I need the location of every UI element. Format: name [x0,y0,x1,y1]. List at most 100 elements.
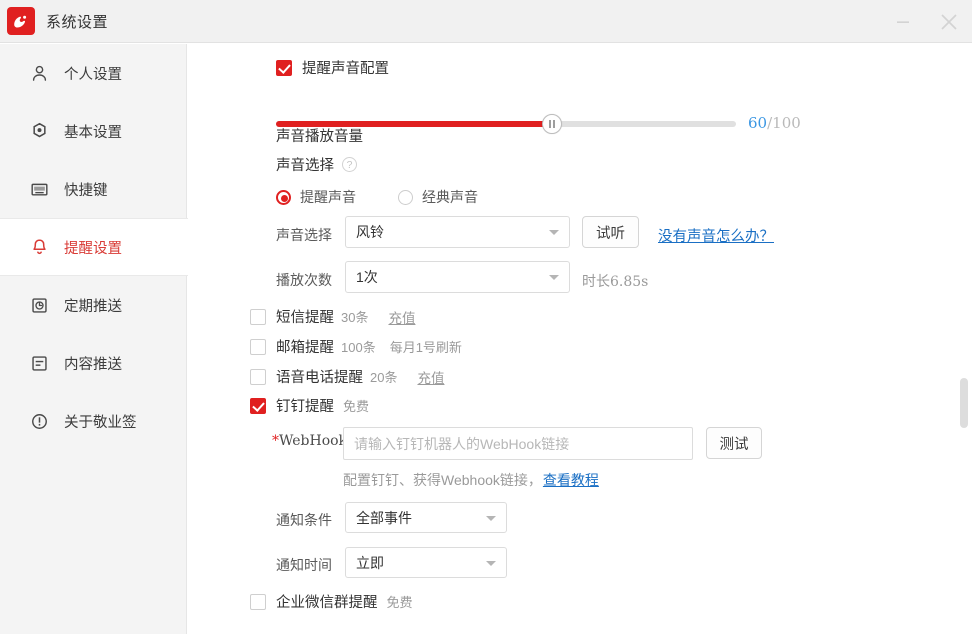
volume-slider-fill [276,121,552,127]
radio-reminder-sound[interactable] [276,189,291,205]
dingtalk-reminder-quota: 免费 [343,399,370,414]
sms-reminder-quota: 30条 [341,310,369,325]
sound-select-label: 声音选择 [276,227,332,243]
wecom-group-label: 企业微信群提醒 [276,595,378,611]
content-document-icon [28,352,50,374]
sound-config-row: 提醒声音配置 [276,57,389,78]
voice-call-recharge-link[interactable]: 充值 [417,367,444,387]
webhook-hint-row: 配置钉钉、获得Webhook链接， 查看教程 [343,470,599,490]
webhook-label: WebHook [279,433,348,449]
volume-slider-track[interactable] [276,121,736,127]
sound-config-label: 提醒声音配置 [302,61,389,77]
gear-icon [28,120,50,142]
notify-time-dropdown[interactable]: 立即 [345,547,507,578]
window-controls [880,0,972,43]
window-title: 系统设置 [46,13,109,31]
settings-window: 系统设置 个人设置 基本设置 快捷键 提醒设置 定期推送 内容推送 关于敬业签 … [0,0,972,634]
reminder-option-voice-call: 语音电话提醒 20条 充值 [250,366,444,387]
sidebar-item-label: 个人设置 [64,66,122,83]
email-reminder-label: 邮箱提醒 [276,340,334,356]
app-logo-icon [7,7,35,35]
sidebar-item-label: 关于敬业签 [64,414,137,431]
sms-recharge-link[interactable]: 充值 [388,307,415,327]
dingtalk-reminder-label: 钉钉提醒 [276,399,334,415]
email-reminder-checkbox[interactable] [250,338,266,355]
minimize-button[interactable] [880,0,926,43]
bell-icon [28,236,50,258]
sidebar-item-personal-settings[interactable]: 个人设置 [0,44,186,102]
keyboard-icon [28,178,50,200]
webhook-hint-text: 配置钉钉、获得Webhook链接， [343,472,542,488]
notify-time-value: 立即 [356,554,384,571]
webhook-input[interactable]: 请输入钉钉机器人的WebHook链接 [343,427,693,460]
clock-document-icon [28,294,50,316]
close-icon [941,13,957,30]
volume-slider-thumb[interactable] [542,114,562,134]
notify-condition-dropdown[interactable]: 全部事件 [345,502,507,533]
sidebar-item-scheduled-push[interactable]: 定期推送 [0,276,186,334]
webhook-tutorial-link[interactable]: 查看教程 [543,470,599,490]
minimize-icon [897,20,909,23]
volume-value: 60 [748,114,768,132]
sound-select-dropdown[interactable]: 风铃 [345,216,570,248]
title-bar: 系统设置 [0,0,972,43]
email-reminder-quota: 100条 [341,340,376,355]
play-count-dropdown[interactable]: 1次 [345,261,570,293]
webhook-placeholder: 请输入钉钉机器人的WebHook链接 [354,435,570,452]
email-reminder-note: 每月1号刷新 [389,340,462,355]
sms-reminder-label: 短信提醒 [276,310,334,326]
chevron-down-icon [486,515,496,521]
wecom-group-checkbox[interactable] [250,593,266,610]
sound-config-checkbox[interactable] [276,59,292,76]
sidebar-item-label: 内容推送 [64,356,122,373]
sidebar-item-basic-settings[interactable]: 基本设置 [0,102,186,160]
no-sound-help-link[interactable]: 没有声音怎么办？ [658,225,774,246]
radio-classic-sound-label: 经典声音 [422,189,478,205]
user-icon [28,62,50,84]
webhook-required-mark: * [272,433,279,449]
sound-select-value: 风铃 [356,224,384,240]
chevron-down-icon [549,275,559,280]
sound-choice-title-row: 声音选择 ? [276,154,357,175]
radio-reminder-sound-label: 提醒声音 [300,189,356,205]
sidebar-item-shortcuts[interactable]: 快捷键 [0,160,186,218]
volume-max: 100 [772,114,801,132]
reminder-option-sms: 短信提醒 30条 充值 [250,306,415,327]
webhook-label-group: * WebHook [272,433,347,449]
wecom-group-quota: 免费 [386,595,413,610]
play-count-value: 1次 [356,269,378,285]
voice-call-reminder-checkbox[interactable] [250,368,266,385]
webhook-test-label: 测试 [719,436,749,453]
info-icon [28,410,50,432]
sidebar-item-label: 提醒设置 [64,240,122,257]
question-mark-icon[interactable]: ? [342,157,357,172]
sms-reminder-checkbox[interactable] [250,308,266,325]
reminder-option-email: 邮箱提醒 100条 每月1号刷新 [250,336,462,357]
sidebar-item-reminder-settings[interactable]: 提醒设置 [0,218,188,276]
preview-sound-label: 试听 [596,225,625,242]
vertical-scrollbar-thumb[interactable] [960,378,968,428]
notify-condition-label: 通知条件 [276,512,332,528]
sidebar-item-about[interactable]: 关于敬业签 [0,392,186,450]
close-button[interactable] [926,0,972,43]
reminder-settings-panel: 提醒声音配置 声音播放音量 60 / 100 声音选择 ? 提醒声音 经典声音 … [188,44,972,634]
notify-time-label: 通知时间 [276,557,332,573]
notify-condition-value: 全部事件 [356,509,412,526]
sound-choice-title: 声音选择 [276,158,334,174]
sidebar: 个人设置 基本设置 快捷键 提醒设置 定期推送 内容推送 关于敬业签 [0,44,188,634]
radio-classic-sound[interactable] [398,189,413,205]
chevron-down-icon [549,230,559,235]
dingtalk-reminder-checkbox[interactable] [250,397,266,414]
sidebar-item-label: 定期推送 [64,298,122,315]
sidebar-item-content-push[interactable]: 内容推送 [0,334,186,392]
sidebar-item-label: 基本设置 [64,124,122,141]
voice-call-reminder-quota: 20条 [370,370,398,385]
chevron-down-icon [486,560,496,566]
webhook-test-button[interactable]: 测试 [706,427,762,459]
volume-value-group: 60 / 100 [748,114,801,132]
sidebar-item-label: 快捷键 [64,182,108,199]
preview-sound-button[interactable]: 试听 [582,216,639,248]
reminder-option-dingtalk: 钉钉提醒 免费 [250,395,369,416]
voice-call-reminder-label: 语音电话提醒 [276,370,363,386]
play-duration-text: 时长6.85s [582,274,649,290]
